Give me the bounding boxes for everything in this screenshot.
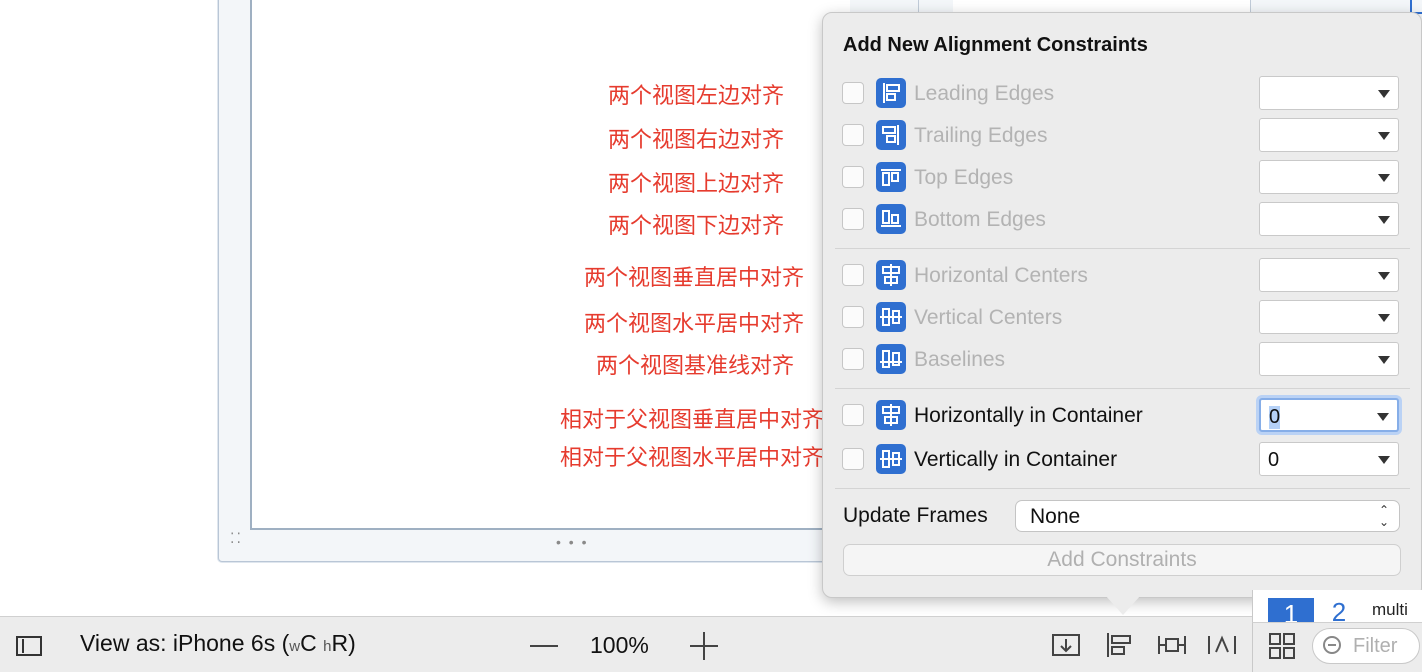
annotation-v-in-container: 相对于父视图水平居中对齐 (560, 446, 825, 471)
baselines-dropdown[interactable] (1259, 342, 1399, 376)
constraint-row-vertical-centers: Vertical Centers (842, 300, 1402, 336)
zoom-level: 100% (590, 632, 649, 658)
chevron-down-icon (1378, 314, 1390, 322)
constraint-row-baselines: Baselines (842, 342, 1402, 378)
stack-icon[interactable] (1050, 630, 1082, 660)
zoom-in-icon[interactable] (690, 632, 718, 660)
horizontal-centers-dropdown[interactable] (1259, 258, 1399, 292)
vertically-in-container-icon (876, 444, 906, 474)
annotation-trailing: 两个视图右边对齐 (608, 128, 785, 153)
horizontal-centers-icon (876, 260, 906, 290)
horizontally-in-container-label: Horizontally in Container (914, 404, 1143, 427)
constraint-row-top: Top Edges (842, 160, 1402, 196)
baselines-icon (876, 344, 906, 374)
vertical-centers-checkbox[interactable] (842, 306, 864, 328)
constant-value[interactable]: 0 (1269, 406, 1281, 429)
separator (835, 248, 1410, 249)
trailing-edges-checkbox[interactable] (842, 124, 864, 146)
constraint-row-horizontal-centers: Horizontal Centers (842, 258, 1402, 294)
bottom-edges-checkbox[interactable] (842, 208, 864, 230)
update-frames-label: Update Frames (843, 504, 988, 527)
resize-handle-bottom[interactable]: • • • (556, 534, 588, 550)
zoom-out-icon[interactable] (530, 645, 558, 647)
separator (835, 388, 1410, 389)
vertically-in-container-dropdown[interactable]: 0 (1259, 442, 1399, 476)
baselines-checkbox[interactable] (842, 348, 864, 370)
chevron-down-icon (1378, 174, 1390, 182)
leading-edges-checkbox[interactable] (842, 82, 864, 104)
chevron-down-icon (1377, 413, 1389, 421)
annotation-bottom: 两个视图下边对齐 (608, 214, 785, 239)
horizontal-centers-label: Horizontal Centers (914, 264, 1088, 287)
top-edges-icon (876, 162, 906, 192)
vertical-centers-label: Vertical Centers (914, 306, 1063, 329)
constraint-row-vertically-in-container: Vertically in Container 0 (842, 442, 1402, 478)
library-item-label: multi (1372, 600, 1408, 619)
filter-icon (1323, 636, 1341, 654)
popover-arrow (1105, 595, 1141, 615)
bottom-edges-dropdown[interactable] (1259, 202, 1399, 236)
vertically-in-container-label: Vertically in Container (914, 448, 1118, 471)
trailing-edges-icon (876, 120, 906, 150)
toggle-document-outline-icon[interactable] (16, 636, 42, 656)
add-constraints-button[interactable]: Add Constraints (843, 544, 1401, 576)
separator (835, 488, 1410, 489)
annotation-horizontal-centers: 两个视图垂直居中对齐 (584, 266, 805, 291)
constraint-row-leading: Leading Edges (842, 76, 1402, 112)
chevron-updown-icon: ⌃ ⌄ (1378, 503, 1389, 529)
annotation-leading: 两个视图左边对齐 (608, 84, 785, 109)
baselines-label: Baselines (914, 348, 1006, 371)
leading-edges-dropdown[interactable] (1259, 76, 1399, 110)
top-edges-label: Top Edges (914, 166, 1014, 189)
filter-input[interactable]: Filter (1312, 628, 1420, 664)
pin-icon[interactable] (1156, 630, 1188, 660)
popover-title: Add New Alignment Constraints (843, 34, 1148, 56)
constraint-row-trailing: Trailing Edges (842, 118, 1402, 154)
annotation-h-in-container: 相对于父视图垂直居中对齐 (560, 408, 825, 433)
chevron-down-icon (1378, 132, 1390, 140)
chevron-down-icon (1378, 216, 1390, 224)
chevron-down-icon (1378, 90, 1390, 98)
bottom-edges-icon (876, 204, 906, 234)
horizontal-centers-checkbox[interactable] (842, 264, 864, 286)
annotation-vertical-centers: 两个视图水平居中对齐 (584, 312, 805, 337)
annotation-baselines: 两个视图基准线对齐 (596, 354, 795, 379)
horizontally-in-container-checkbox[interactable] (842, 404, 864, 426)
update-frames-value: None (1030, 505, 1081, 528)
constant-value[interactable]: 0 (1268, 449, 1279, 472)
leading-edges-label: Leading Edges (914, 82, 1055, 105)
vertical-centers-dropdown[interactable] (1259, 300, 1399, 334)
vertical-centers-icon (876, 302, 906, 332)
top-edges-dropdown[interactable] (1259, 160, 1399, 194)
vertically-in-container-checkbox[interactable] (842, 448, 864, 470)
constraint-row-horizontally-in-container: Horizontally in Container 0 (842, 398, 1402, 434)
resolve-auto-layout-icon[interactable] (1206, 630, 1238, 660)
resize-handle-left[interactable]: ⁚⁚ (230, 530, 243, 547)
align-icon[interactable] (1104, 630, 1136, 660)
update-frames-select[interactable]: None ⌃ ⌄ (1015, 500, 1400, 532)
annotation-top: 两个视图上边对齐 (608, 172, 785, 197)
grid-view-icon[interactable] (1268, 632, 1296, 660)
trailing-edges-dropdown[interactable] (1259, 118, 1399, 152)
view-as-button[interactable]: View as: iPhone 6s (wC hR) (80, 630, 356, 657)
filter-placeholder: Filter (1353, 635, 1398, 657)
trailing-edges-label: Trailing Edges (914, 124, 1048, 147)
library-item-selected[interactable]: 1 (1268, 598, 1314, 622)
horizontally-in-container-dropdown[interactable]: 0 (1259, 398, 1399, 432)
chevron-down-icon (1378, 356, 1390, 364)
top-edges-checkbox[interactable] (842, 166, 864, 188)
bottom-edges-label: Bottom Edges (914, 208, 1046, 231)
horizontally-in-container-icon (876, 400, 906, 430)
chevron-down-icon (1378, 272, 1390, 280)
library-item[interactable]: 2 (1322, 596, 1356, 622)
constraint-row-bottom: Bottom Edges (842, 202, 1402, 238)
leading-edges-icon (876, 78, 906, 108)
chevron-down-icon (1378, 456, 1390, 464)
